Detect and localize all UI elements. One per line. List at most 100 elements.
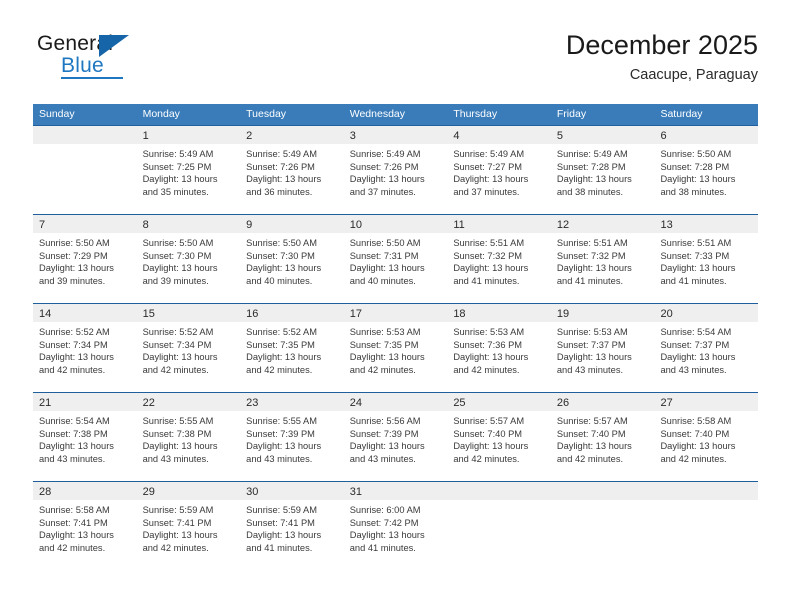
sunrise-text: Sunrise: 5:53 AM: [453, 327, 525, 337]
daylight-text-line2: and 42 minutes.: [246, 364, 313, 375]
sunset-text: Sunset: 7:30 PM: [246, 250, 315, 261]
date-strip: 12: [550, 215, 655, 233]
date-strip: [550, 482, 655, 500]
sunset-text: Sunset: 7:32 PM: [556, 250, 626, 261]
sunset-text: Sunset: 7:41 PM: [142, 517, 212, 528]
day-info: Sunrise: 5:53 AM Sunset: 7:36 PM Daylight:…: [447, 322, 551, 376]
day-cell[interactable]: 4 Sunrise: 5:49 AM Sunset: 7:27 PM Daylight…: [447, 126, 551, 214]
day-cell[interactable]: 19 Sunrise: 5:53 AM Sunset: 7:37 PM Dayligh…: [550, 304, 655, 392]
day-cell[interactable]: 14 Sunrise: 5:52 AM Sunset: 7:34 PM Dayligh…: [33, 304, 137, 392]
daylight-text-line2: and 42 minutes.: [39, 364, 106, 375]
sunrise-text: Sunrise: 5:52 AM: [142, 327, 214, 337]
sunrise-text: Sunrise: 5:52 AM: [246, 327, 317, 337]
sunset-text: Sunset: 7:27 PM: [453, 161, 523, 172]
daylight-text-line1: Daylight: 13 hours: [142, 263, 218, 274]
sunrise-text: Sunrise: 5:50 AM: [246, 238, 317, 248]
day-cell[interactable]: 28 Sunrise: 5:58 AM Sunset: 7:41 PM Dayligh…: [33, 482, 137, 570]
sunset-text: Sunset: 7:28 PM: [660, 161, 730, 172]
daylight-text-line2: and 35 minutes.: [142, 186, 209, 197]
day-info: Sunrise: 5:54 AM Sunset: 7:37 PM Daylight:…: [654, 322, 758, 376]
day-cell[interactable]: 21 Sunrise: 5:54 AM Sunset: 7:38 PM Dayligh…: [33, 393, 137, 481]
day-cell[interactable]: 27 Sunrise: 5:58 AM Sunset: 7:40 PM Dayligh…: [654, 393, 759, 481]
day-number: 2: [246, 130, 253, 142]
date-strip: 29: [136, 482, 241, 500]
day-cell[interactable]: 20 Sunrise: 5:54 AM Sunset: 7:37 PM Dayligh…: [654, 304, 759, 392]
daylight-text-line1: Daylight: 13 hours: [453, 263, 529, 274]
date-strip: 30: [240, 482, 344, 500]
day-cell[interactable]: 25 Sunrise: 5:57 AM Sunset: 7:40 PM Dayligh…: [447, 393, 551, 481]
day-cell[interactable]: 16 Sunrise: 5:52 AM Sunset: 7:35 PM Dayligh…: [240, 304, 344, 392]
sunset-text: Sunset: 7:32 PM: [453, 250, 523, 261]
day-info: Sunrise: 5:49 AM Sunset: 7:26 PM Daylight:…: [344, 144, 448, 198]
sunset-text: Sunset: 7:35 PM: [246, 339, 315, 350]
day-cell[interactable]: 26 Sunrise: 5:57 AM Sunset: 7:40 PM Dayligh…: [550, 393, 655, 481]
day-cell[interactable]: 8 Sunrise: 5:50 AM Sunset: 7:30 PM Daylight…: [136, 215, 241, 303]
day-info: Sunrise: 5:50 AM Sunset: 7:28 PM Daylight:…: [654, 144, 758, 198]
daylight-text-line2: and 41 minutes.: [556, 275, 624, 286]
day-cell[interactable]: 31 Sunrise: 6:00 AM Sunset: 7:42 PM Dayligh…: [343, 482, 448, 570]
day-cell[interactable]: 13 Sunrise: 5:51 AM Sunset: 7:33 PM Dayligh…: [654, 215, 759, 303]
day-cell[interactable]: 7 Sunrise: 5:50 AM Sunset: 7:29 PM Daylight…: [33, 215, 137, 303]
day-cell[interactable]: 24 Sunrise: 5:56 AM Sunset: 7:39 PM Dayligh…: [343, 393, 448, 481]
daylight-text-line2: and 36 minutes.: [246, 186, 313, 197]
day-info: Sunrise: 5:52 AM Sunset: 7:34 PM Daylight:…: [33, 322, 137, 376]
sunrise-text: Sunrise: 5:59 AM: [246, 505, 317, 515]
day-cell[interactable]: 23 Sunrise: 5:55 AM Sunset: 7:39 PM Dayligh…: [240, 393, 344, 481]
date-strip: 5: [550, 126, 655, 144]
day-cell[interactable]: 15 Sunrise: 5:52 AM Sunset: 7:34 PM Dayligh…: [136, 304, 241, 392]
sunset-text: Sunset: 7:42 PM: [349, 517, 419, 528]
sunrise-text: Sunrise: 5:49 AM: [349, 149, 421, 159]
daylight-text-line2: and 42 minutes.: [142, 542, 209, 553]
daylight-text-line1: Daylight: 13 hours: [556, 263, 632, 274]
day-cell[interactable]: 17 Sunrise: 5:53 AM Sunset: 7:35 PM Dayligh…: [343, 304, 448, 392]
weekday-header-saturday: Saturday: [660, 108, 703, 120]
date-strip: 2: [240, 126, 344, 144]
daylight-text-line1: Daylight: 13 hours: [660, 263, 736, 274]
date-strip: 31: [343, 482, 448, 500]
sunrise-text: Sunrise: 5:53 AM: [556, 327, 628, 337]
day-number: 1: [142, 130, 149, 142]
general-blue-logo[interactable]: General Blue: [37, 32, 217, 84]
day-cell[interactable]: 29 Sunrise: 5:59 AM Sunset: 7:41 PM Dayligh…: [136, 482, 241, 570]
day-cell[interactable]: 11 Sunrise: 5:51 AM Sunset: 7:32 PM Dayligh…: [447, 215, 551, 303]
day-cell[interactable]: 3 Sunrise: 5:49 AM Sunset: 7:26 PM Daylight…: [343, 126, 448, 214]
day-cell[interactable]: 1 Sunrise: 5:49 AM Sunset: 7:25 PM Daylight…: [136, 126, 241, 214]
date-strip: 11: [447, 215, 551, 233]
sunset-text: Sunset: 7:28 PM: [556, 161, 626, 172]
day-cell[interactable]: 18 Sunrise: 5:53 AM Sunset: 7:36 PM Dayligh…: [447, 304, 551, 392]
day-cell[interactable]: 2 Sunrise: 5:49 AM Sunset: 7:26 PM Daylight…: [240, 126, 344, 214]
day-cell[interactable]: 22 Sunrise: 5:55 AM Sunset: 7:38 PM Dayligh…: [136, 393, 241, 481]
daylight-text-line2: and 41 minutes.: [246, 542, 313, 553]
page-header: General Blue December 2025 Caacupe, Para…: [33, 28, 758, 94]
daylight-text-line1: Daylight: 13 hours: [142, 530, 218, 541]
day-cell[interactable]: 6 Sunrise: 5:50 AM Sunset: 7:28 PM Daylight…: [654, 126, 759, 214]
daylight-text-line2: and 40 minutes.: [349, 275, 416, 286]
day-cell[interactable]: 12 Sunrise: 5:51 AM Sunset: 7:32 PM Dayligh…: [550, 215, 655, 303]
day-number: 20: [660, 308, 673, 320]
day-number: 28: [39, 486, 52, 498]
logo-underline: [61, 77, 123, 79]
day-cell[interactable]: 5 Sunrise: 5:49 AM Sunset: 7:28 PM Daylight…: [550, 126, 655, 214]
day-cell[interactable]: 10 Sunrise: 5:50 AM Sunset: 7:31 PM Dayligh…: [343, 215, 448, 303]
week-cells: 14 Sunrise: 5:52 AM Sunset: 7:34 PM Dayligh…: [33, 304, 759, 392]
daylight-text-line2: and 43 minutes.: [556, 364, 624, 375]
date-strip: 27: [654, 393, 759, 411]
day-info: Sunrise: 5:53 AM Sunset: 7:37 PM Daylight:…: [551, 322, 655, 376]
sunrise-text: Sunrise: 5:49 AM: [246, 149, 317, 159]
daylight-text-line2: and 42 minutes.: [349, 364, 416, 375]
day-number: 16: [246, 308, 259, 320]
weekday-header-tuesday: Tuesday: [246, 108, 287, 120]
week-cells: 7 Sunrise: 5:50 AM Sunset: 7:29 PM Daylight…: [33, 215, 759, 303]
day-number: 31: [349, 486, 362, 498]
day-number: 21: [39, 397, 52, 409]
day-cell[interactable]: 30 Sunrise: 5:59 AM Sunset: 7:41 PM Dayligh…: [240, 482, 344, 570]
day-cell-empty: [550, 482, 655, 570]
day-cell[interactable]: 9 Sunrise: 5:50 AM Sunset: 7:30 PM Daylight…: [240, 215, 344, 303]
daylight-text-line2: and 43 minutes.: [246, 453, 313, 464]
daylight-text-line2: and 40 minutes.: [246, 275, 313, 286]
day-info: Sunrise: 5:57 AM Sunset: 7:40 PM Daylight:…: [447, 411, 551, 465]
sunrise-text: Sunrise: 5:51 AM: [453, 238, 525, 248]
day-number: 12: [556, 219, 570, 231]
daylight-text-line2: and 43 minutes.: [349, 453, 416, 464]
date-strip: 1: [136, 126, 241, 144]
